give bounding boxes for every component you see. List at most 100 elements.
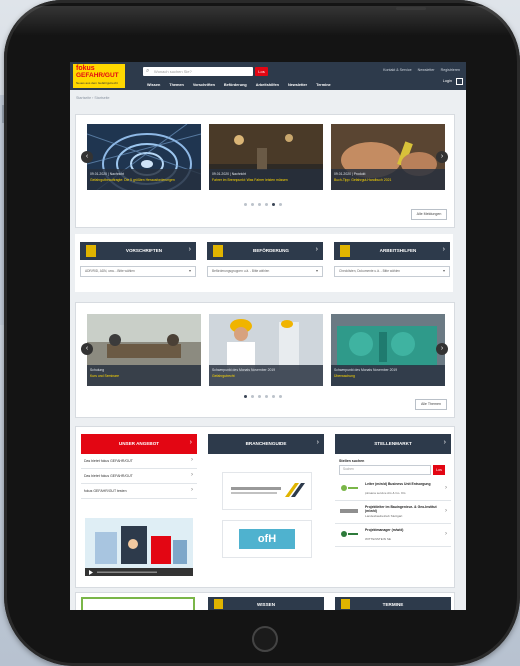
home-button[interactable] [252, 626, 278, 652]
news-slide[interactable]: 09.01.2020 | Nachricht Fahrer im Brennpu… [209, 124, 323, 190]
slide-title: Gefahrgutrecht [212, 374, 235, 378]
job-search-input[interactable]: Suchen [339, 465, 431, 475]
video-player[interactable] [85, 518, 193, 576]
site-header: fokus GEFAHR/GUT Neues aus dem Gefahrgut… [70, 62, 466, 90]
job-title: Leiter (m/w/d) Business Unit Entsorgung [365, 482, 431, 486]
all-topics-button[interactable]: Alle Themen [415, 399, 447, 410]
topic-slide[interactable]: Schulung Kurs und Seminare [87, 314, 201, 386]
chevron-right-icon: › [191, 472, 193, 478]
job-company: pinsana service AG & Co. KG [365, 491, 406, 495]
list-item[interactable]: Das bietet fokus GEFAHR/GUT › [81, 454, 197, 469]
nav-item-befoerderung[interactable]: Beförderung [224, 83, 247, 87]
job-search-placeholder: Suchen [343, 467, 354, 471]
chevron-right-icon: › [188, 246, 191, 253]
nav-item-arbeitshilfen[interactable]: Arbeitshilfen [256, 83, 279, 87]
angebot-header[interactable]: UNSER ANGEBOT › [81, 434, 197, 454]
top-link-newsletter[interactable]: Newsletter [418, 68, 435, 72]
nav-item-newsletter[interactable]: Newsletter [288, 83, 307, 87]
login-icon[interactable] [456, 78, 463, 85]
news-carousel: 09.01.2020 | Nachricht Gefahrgutbeauftra… [87, 124, 445, 190]
carousel-dot[interactable] [279, 395, 282, 398]
list-item[interactable]: Das bietet fokus GEFAHR/GUT › [81, 469, 197, 484]
carousel-dot[interactable] [251, 395, 254, 398]
tablet-frame: fokus GEFAHR/GUT Neues aus dem Gefahrgut… [4, 0, 520, 666]
green-teaser[interactable] [81, 597, 195, 610]
search-input[interactable]: ⌕ Wonach suchen Sie? [143, 67, 253, 76]
list-item-label: Das bietet fokus GEFAHR/GUT [84, 459, 133, 463]
nav-item-vorschriften[interactable]: Vorschriften [193, 83, 215, 87]
lower-row: WISSEN TERMINE [81, 597, 451, 610]
category-select[interactable]: ADR/RID, ADN, usw. - Bitte wählen ▾ [80, 266, 196, 277]
slide-caption: 09.01.2020 | Nachricht Gefahrgutbeauftra… [87, 169, 201, 190]
category-bar[interactable]: ARBEITSHILFEN › [334, 242, 450, 260]
slide-caption: Schulung Kurs und Seminare [87, 365, 201, 386]
news-slide[interactable]: 09.01.2020 | Nachricht Gefahrgutbeauftra… [87, 124, 201, 190]
job-search-label: Stellen suchen [339, 459, 365, 463]
carousel-dot[interactable] [265, 203, 268, 206]
news-slide[interactable]: 09.01.2020 | Produkt Buch-Tipp: Gefahrgu… [331, 124, 445, 190]
carousel-prev-button[interactable]: ‹ [81, 151, 93, 163]
carousel-dot[interactable] [279, 203, 282, 206]
lower-panel: WISSEN TERMINE [75, 592, 455, 610]
search-placeholder: Wonach suchen Sie? [154, 69, 192, 74]
topics-panel: Schulung Kurs und Seminare Schwerpunkt d… [75, 302, 455, 418]
category-bar[interactable]: BEFÖRDERUNG › [207, 242, 323, 260]
carousel-dot-active[interactable] [244, 395, 247, 398]
nav-item-wissen[interactable]: Wissen [147, 83, 160, 87]
partner-logo-card[interactable] [222, 472, 312, 510]
category-select[interactable]: Beförderungsgruppen u.ä. - Bitte wählen … [207, 266, 323, 277]
category-bar[interactable]: VORSCHRIFTEN › [80, 242, 196, 260]
topic-slide[interactable]: Schwerpunkt des Monats November 2019 Gef… [209, 314, 323, 386]
partner-logo [231, 483, 305, 497]
carousel-next-button[interactable]: › [436, 343, 448, 355]
carousel-dot-active[interactable] [272, 203, 275, 206]
topic-slide[interactable]: Schwerpunkt des Monats November 2019 Übe… [331, 314, 445, 386]
category-select[interactable]: Checklisten, Dokumente u.ä. - Bitte wähl… [334, 266, 450, 277]
news-panel: 09.01.2020 | Nachricht Gefahrgutbeauftra… [75, 114, 455, 228]
wissen-header[interactable]: WISSEN [208, 597, 324, 610]
list-item[interactable]: fokus GEFAHR/GUT testen › [81, 484, 197, 499]
screen: fokus GEFAHR/GUT Neues aus dem Gefahrgut… [70, 62, 466, 610]
logo-line3: Neues aus dem Gefahrgutrecht [76, 81, 118, 85]
video-thumbnail [85, 518, 193, 576]
job-company: WITTENSTEIN SE [365, 537, 391, 541]
all-news-button[interactable]: Alle Meldungen [411, 209, 447, 220]
nav-item-termine[interactable]: Termine [316, 83, 331, 87]
nav-item-themen[interactable]: Themen [169, 83, 184, 87]
list-item-label: Das bietet fokus GEFAHR/GUT [84, 474, 133, 478]
stellenmarkt-header[interactable]: STELLENMARKT › [335, 434, 451, 454]
categories-panel: VORSCHRIFTEN › ADR/RID, ADN, usw. - Bitt… [75, 234, 453, 292]
category-vorschriften[interactable]: VORSCHRIFTEN › ADR/RID, ADN, usw. - Bitt… [80, 242, 196, 277]
termine-header[interactable]: TERMINE [335, 597, 451, 610]
branchenguide-header[interactable]: BRANCHENGUIDE › [208, 434, 324, 454]
carousel-dot[interactable] [258, 395, 261, 398]
slide-title: Kurs und Seminare [90, 374, 120, 378]
carousel-dot[interactable] [244, 203, 247, 206]
top-link-registrieren[interactable]: Registrieren [441, 68, 460, 72]
chevron-right-icon: › [445, 531, 447, 537]
carousel-dot[interactable] [251, 203, 254, 206]
site-logo[interactable]: fokus GEFAHR/GUT Neues aus dem Gefahrgut… [73, 64, 125, 88]
category-befoerderung[interactable]: BEFÖRDERUNG › Beförderungsgruppen u.ä. -… [207, 242, 323, 277]
job-listing[interactable]: Projektmanager (m/w/d) WITTENSTEIN SE › [335, 524, 451, 547]
categories-row: VORSCHRIFTEN › ADR/RID, ADN, usw. - Bitt… [80, 242, 450, 282]
top-link-kontakt[interactable]: Kontakt & Service [383, 68, 412, 72]
slide-title: Überwachung [334, 374, 355, 378]
chevron-right-icon: › [189, 439, 192, 446]
carousel-dot[interactable] [258, 203, 261, 206]
login-link[interactable]: Login [443, 79, 452, 83]
carousel-prev-button[interactable]: ‹ [81, 343, 93, 355]
job-search-button[interactable]: Los [433, 465, 445, 475]
carousel-next-button[interactable]: › [436, 151, 448, 163]
partner-logo-card[interactable]: ofH [222, 520, 312, 558]
columns-row: UNSER ANGEBOT › Das bietet fokus GEFAHR/… [81, 434, 451, 584]
search-icon: ⌕ [146, 68, 150, 74]
chevron-right-icon: › [191, 487, 193, 493]
chevron-right-icon: › [445, 508, 447, 514]
job-listing[interactable]: Leiter (m/w/d) Business Unit Entsorgung … [335, 478, 451, 501]
search-button[interactable]: Los [255, 67, 268, 76]
carousel-dot[interactable] [272, 395, 275, 398]
category-arbeitshilfen[interactable]: ARBEITSHILFEN › Checklisten, Dokumente u… [334, 242, 450, 277]
carousel-dot[interactable] [265, 395, 268, 398]
job-listing[interactable]: Projektleiter im Bauingenieur- & Geo-Ins… [335, 501, 451, 524]
